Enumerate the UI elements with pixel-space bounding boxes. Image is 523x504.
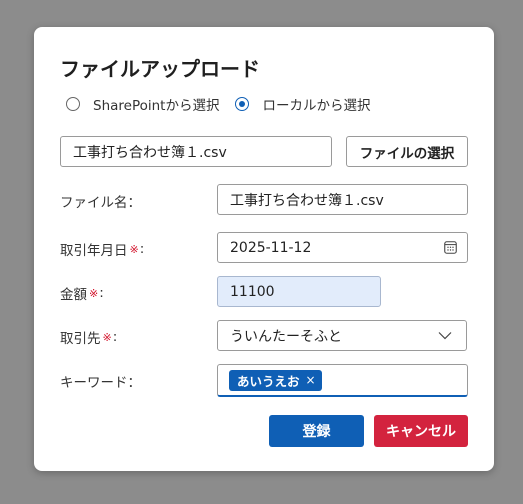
client-select[interactable]: ういんたーそふと — [217, 320, 467, 351]
filename-label-colon: ： — [127, 195, 142, 211]
calendar-icon[interactable] — [444, 241, 457, 254]
radio-local-label: ローカルから選択 — [262, 98, 371, 114]
date-label-colon: : — [139, 241, 145, 257]
filename-value: 工事打ち合わせ簿１.csv — [230, 192, 384, 209]
amount-label-colon: : — [99, 285, 104, 301]
radio-local[interactable]: ローカルから選択 — [235, 94, 370, 114]
required-mark: ※ — [102, 330, 112, 344]
radio-sharepoint[interactable]: SharePointから選択 — [66, 94, 219, 114]
keyword-label-text: キーワード — [60, 375, 128, 391]
date-input[interactable]: 2025-11-12 — [217, 232, 468, 263]
amount-label: 金額 ※ : — [60, 283, 104, 303]
keyword-label-colon: ： — [127, 375, 142, 391]
amount-label-text: 金額 — [60, 287, 87, 303]
radio-circle-selected[interactable] — [235, 97, 250, 111]
keyword-tag: あいうえお × — [229, 369, 322, 391]
date-label-text: 取引年月日 — [60, 243, 128, 259]
client-label-text: 取引先 — [60, 331, 101, 347]
amount-input[interactable]: 11100 — [217, 276, 381, 307]
keyword-label: キーワード ： — [60, 371, 141, 391]
cancel-button[interactable]: キャンセル — [374, 415, 468, 447]
required-mark: ※ — [129, 242, 139, 256]
file-select-button[interactable]: ファイルの選択 — [346, 136, 468, 167]
chevron-down-icon[interactable] — [438, 331, 452, 340]
dialog-title: ファイルアップロード — [60, 57, 260, 81]
amount-value: 11100 — [230, 283, 275, 300]
client-label-colon: : — [112, 329, 118, 345]
radio-circle[interactable] — [66, 97, 80, 111]
keyword-input[interactable]: あいうえお × — [217, 364, 468, 397]
radio-sharepoint-label: SharePointから選択 — [93, 98, 220, 114]
filename-label-text: ファイル名 — [60, 195, 128, 211]
required-mark: ※ — [89, 286, 99, 300]
client-value: ういんたーそふと — [230, 328, 342, 345]
close-icon[interactable]: × — [306, 373, 316, 387]
filename-input[interactable]: 工事打ち合わせ簿１.csv — [217, 184, 468, 215]
keyword-tag-label: あいうえお — [237, 373, 300, 389]
register-button[interactable]: 登録 — [269, 415, 364, 447]
file-upload-dialog: ファイルアップロード SharePointから選択 ローカルから選択 工事打ち合… — [34, 27, 494, 471]
date-label: 取引年月日 ※ : — [60, 239, 144, 259]
client-label: 取引先 ※ : — [60, 327, 117, 347]
filename-label: ファイル名 ： — [60, 191, 141, 211]
date-value: 2025-11-12 — [230, 239, 312, 256]
source-radio-group: SharePointから選択 ローカルから選択 — [66, 94, 370, 114]
selected-file-field[interactable]: 工事打ち合わせ簿１.csv — [60, 136, 332, 167]
selected-file-value: 工事打ち合わせ簿１.csv — [73, 144, 227, 161]
